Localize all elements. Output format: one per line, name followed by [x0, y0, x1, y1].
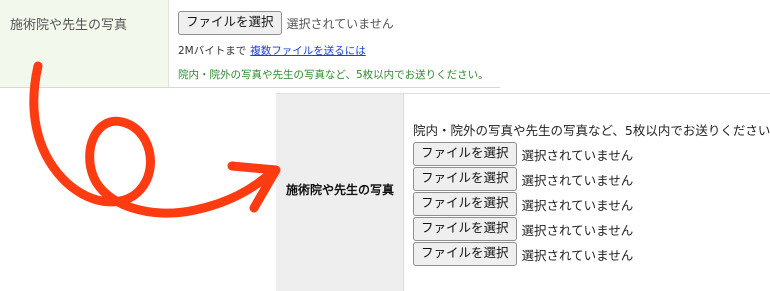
choose-file-button-1[interactable]: ファイルを選択: [413, 142, 517, 166]
before-field-cell: ファイルを選択 選択されていません 2Mバイトまで 複数ファイルを送るには 院内・…: [178, 11, 500, 87]
no-file-status-1: 選択されていません: [521, 147, 634, 163]
after-form-row: 施術院や先生の写真 院内・院外の写真や先生の写真など、5枚以内でお送りください。…: [276, 93, 770, 291]
arrow-stroke: [29, 61, 277, 218]
after-field-cell: 院内・院外の写真や先生の写真など、5枚以内でお送りください。 ファイルを選択 選…: [413, 120, 770, 267]
before-file-input: ファイルを選択 選択されていません: [178, 11, 500, 35]
no-file-status-5: 選択されていません: [521, 247, 634, 263]
before-instructions: 院内・院外の写真や先生の写真など、5枚以内でお送りください。: [178, 69, 489, 81]
multiple-files-link[interactable]: 複数ファイルを送るには: [250, 45, 366, 57]
choose-file-button-4[interactable]: ファイルを選択: [413, 217, 517, 241]
after-label-cell: 施術院や先生の写真: [276, 94, 404, 291]
file-input-3: ファイルを選択 選択されていません: [413, 192, 770, 216]
file-input-4: ファイルを選択 選択されていません: [413, 217, 770, 241]
before-form-row: 施術院や先生の写真 ファイルを選択 選択されていません 2Mバイトまで 複数ファイ…: [0, 0, 500, 88]
file-input-5: ファイルを選択 選択されていません: [413, 242, 770, 266]
choose-file-button-2[interactable]: ファイルを選択: [413, 167, 517, 191]
size-limit-text: 2Mバイトまで: [178, 45, 247, 57]
before-field-label: 施術院や先生の写真: [10, 18, 128, 33]
after-instructions: 院内・院外の写真や先生の写真など、5枚以内でお送りください。: [413, 123, 770, 138]
no-file-status-3: 選択されていません: [521, 197, 634, 213]
no-file-status-4: 選択されていません: [521, 222, 634, 238]
choose-file-button-3[interactable]: ファイルを選択: [413, 192, 517, 216]
choose-file-button[interactable]: ファイルを選択: [178, 11, 282, 35]
file-input-2: ファイルを選択 選択されていません: [413, 167, 770, 191]
no-file-status: 選択されていません: [286, 16, 394, 31]
no-file-status-2: 選択されていません: [521, 172, 634, 188]
arrowhead: [227, 161, 281, 213]
file-input-1: ファイルを選択 選択されていません: [413, 142, 770, 166]
before-label-cell: 施術院や先生の写真: [0, 0, 169, 87]
choose-file-button-5[interactable]: ファイルを選択: [413, 242, 517, 266]
after-field-label: 施術院や先生の写真: [286, 183, 395, 197]
file-hint: 2Mバイトまで 複数ファイルを送るには: [178, 43, 500, 58]
